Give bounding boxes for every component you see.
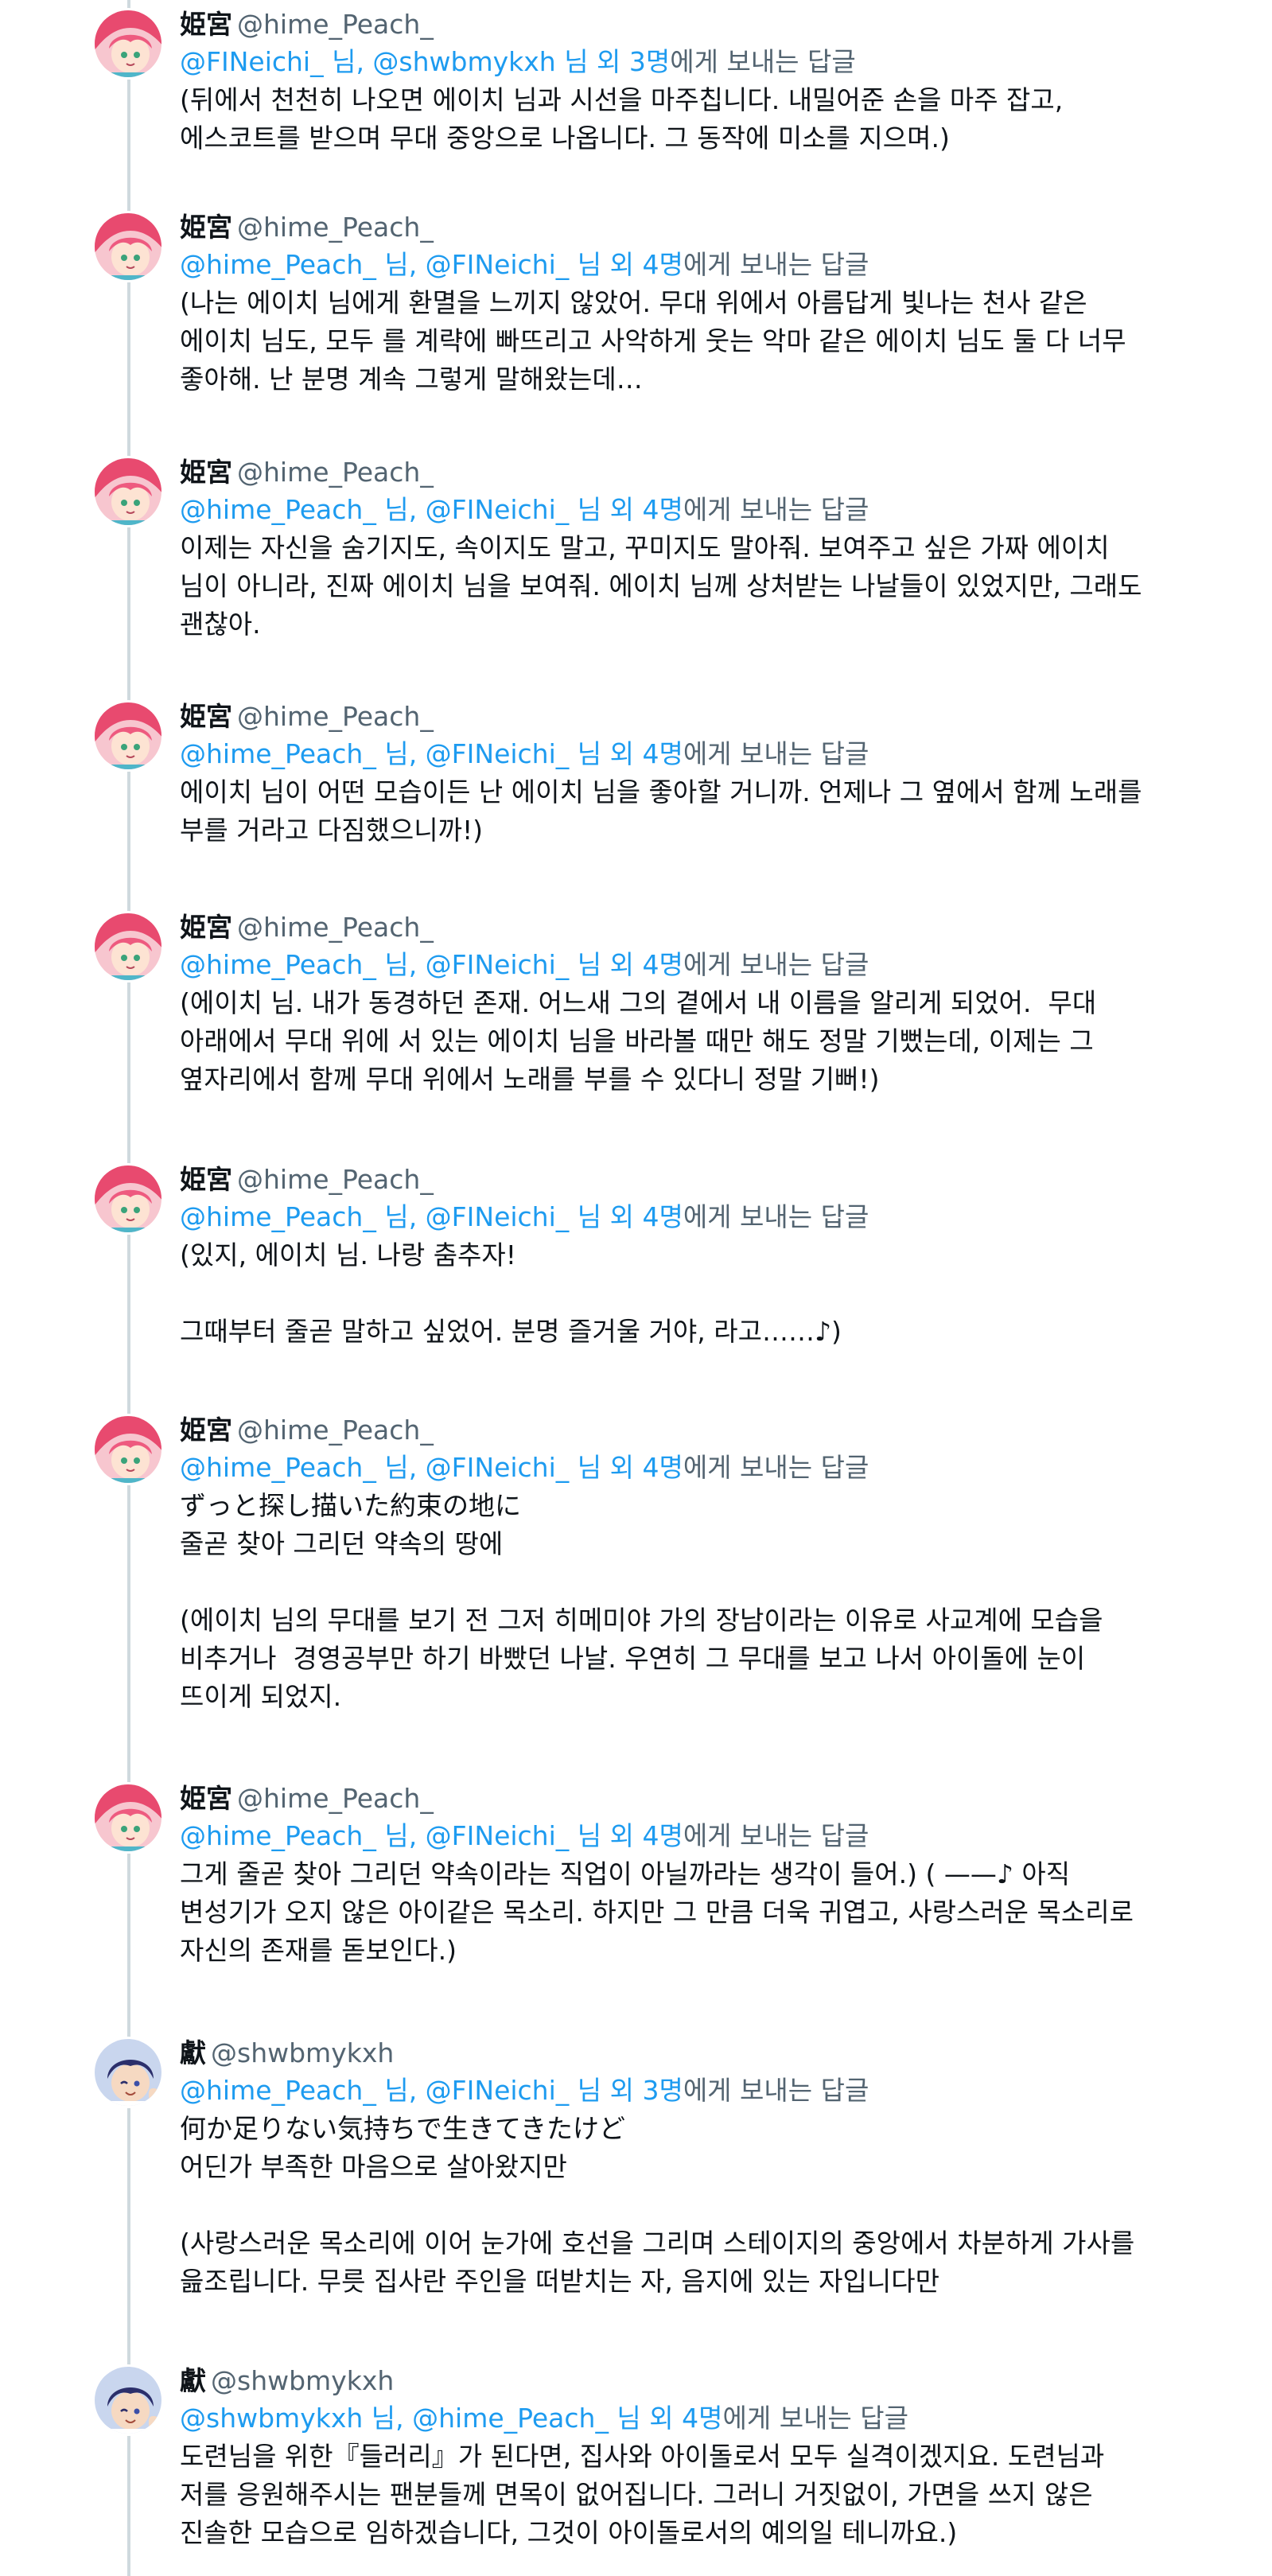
pink-haired-avatar[interactable]: [92, 1163, 164, 1235]
reply-mentions-link[interactable]: @hime_Peach_ 님, @FINeichi_ 님 외 4명: [180, 1452, 683, 1483]
reply-mentions-link[interactable]: @hime_Peach_ 님, @FINeichi_ 님 외 3명: [180, 2075, 683, 2106]
replying-to-line: @hime_Peach_ 님, @FINeichi_ 님 외 4명에게 보내는 …: [180, 1449, 1214, 1487]
reply-mentions-link[interactable]: @hime_Peach_ 님, @FINeichi_ 님 외 4명: [180, 949, 683, 980]
display-name[interactable]: 姫宮: [180, 912, 232, 943]
tweet-content: 姫宮 @hime_Peach_ @hime_Peach_ 님, @FINeichi_…: [180, 454, 1214, 644]
display-name[interactable]: 姫宮: [180, 457, 232, 488]
reply-mentions-link[interactable]: @hime_Peach_ 님, @FINeichi_ 님 외 4명: [180, 1201, 683, 1232]
display-name[interactable]: 姫宮: [180, 1164, 232, 1195]
tweet-text: 이제는 자신을 숨기지도, 속이지도 말고, 꾸미지도 말아줘. 보여주고 싶은…: [180, 532, 1142, 640]
reply-mentions-link[interactable]: @shwbmykxh 님, @hime_Peach_ 님 외 4명: [180, 2403, 723, 2434]
pink-haired-avatar[interactable]: [92, 1782, 164, 1854]
replying-to-line: @hime_Peach_ 님, @FINeichi_ 님 외 4명에게 보내는 …: [180, 1198, 1214, 1236]
tweet-content: 姫宮 @hime_Peach_ @hime_Peach_ 님, @FINeichi_…: [180, 1162, 1214, 1351]
tweet-header: 姫宮 @hime_Peach_: [180, 698, 1214, 735]
tweet-header: 姫宮 @hime_Peach_: [180, 209, 1214, 246]
thread-connector-line: [127, 0, 130, 2576]
tweet-text: 何か足りない気持ちで生きてきたけど 어딘가 부족한 마음으로 살아왔지만 (사랑…: [180, 2113, 1135, 2297]
pink-haired-avatar[interactable]: [92, 1414, 164, 1485]
reply-suffix: 에게 보내는 답글: [722, 2403, 909, 2434]
replying-to-line: @FINeichi_ 님, @shwbmykxh 님 외 3명에게 보내는 답글: [180, 43, 1214, 81]
user-handle[interactable]: @hime_Peach_: [237, 9, 434, 40]
tweet-content: 姫宮 @hime_Peach_ @hime_Peach_ 님, @FINeichi_…: [180, 698, 1214, 850]
reply-mentions-link[interactable]: @hime_Peach_ 님, @FINeichi_ 님 외 4명: [180, 738, 683, 769]
display-name[interactable]: 姫宮: [180, 701, 232, 732]
replying-to-line: @hime_Peach_ 님, @FINeichi_ 님 외 3명에게 보내는 …: [180, 2072, 1214, 2110]
reply-suffix: 에게 보내는 답글: [683, 2075, 869, 2106]
tweet-content: 獻 @shwbmykxh @shwbmykxh 님, @hime_Peach_ 님 …: [180, 2363, 1214, 2552]
reply-suffix: 에게 보내는 답글: [683, 738, 869, 769]
tweet-header: 姫宮 @hime_Peach_: [180, 454, 1214, 491]
pink-haired-avatar[interactable]: [92, 8, 164, 80]
user-handle[interactable]: @hime_Peach_: [237, 701, 434, 732]
user-handle[interactable]: @hime_Peach_: [237, 1783, 434, 1814]
reply-suffix: 에게 보내는 답글: [683, 494, 869, 525]
tweet-header: 獻 @shwbmykxh: [180, 2363, 1214, 2399]
display-name[interactable]: 姫宮: [180, 1414, 232, 1446]
tweet-header: 獻 @shwbmykxh: [180, 2035, 1214, 2072]
tweet-text: ずっと探し描いた約束の地に 줄곧 찾아 그리던 약속의 땅에 (에이치 님의 무…: [180, 1490, 1103, 1712]
tweet-text: 에이치 님이 어떤 모습이든 난 에이치 님을 좋아할 거니까. 언제나 그 옆…: [180, 776, 1142, 846]
reply-suffix: 에게 보내는 답글: [683, 949, 869, 980]
user-handle[interactable]: @shwbmykxh: [211, 2037, 394, 2068]
tweet-text: (나는 에이치 님에게 환멸을 느끼지 않았어. 무대 위에서 아름답게 빛나는…: [180, 287, 1126, 395]
replying-to-line: @hime_Peach_ 님, @FINeichi_ 님 외 4명에게 보내는 …: [180, 246, 1214, 284]
pink-haired-avatar[interactable]: [92, 911, 164, 983]
tweet-content: 姫宮 @hime_Peach_ @hime_Peach_ 님, @FINeichi_…: [180, 909, 1214, 1099]
display-name[interactable]: 獻: [180, 2037, 206, 2068]
tweet-header: 姫宮 @hime_Peach_: [180, 1780, 1214, 1817]
tweet-content: 姫宮 @hime_Peach_ @FINeichi_ 님, @shwbmykxh 님…: [180, 6, 1214, 158]
user-handle[interactable]: @hime_Peach_: [237, 212, 434, 243]
tweet-header: 姫宮 @hime_Peach_: [180, 1412, 1214, 1449]
reply-suffix: 에게 보내는 답글: [683, 249, 869, 280]
tweet-content: 姫宮 @hime_Peach_ @hime_Peach_ 님, @FINeichi_…: [180, 1780, 1214, 1970]
reply-mentions-link[interactable]: @hime_Peach_ 님, @FINeichi_ 님 외 4명: [180, 494, 683, 525]
replying-to-line: @hime_Peach_ 님, @FINeichi_ 님 외 4명에게 보내는 …: [180, 1817, 1214, 1855]
tweet-text: 그게 줄곧 찾아 그리던 약속이라는 직업이 아닐까라는 생각이 들어.) ( …: [180, 1858, 1134, 1966]
user-handle[interactable]: @hime_Peach_: [237, 457, 434, 488]
display-name[interactable]: 姫宮: [180, 9, 232, 40]
reply-suffix: 에게 보내는 답글: [683, 1201, 869, 1232]
dark-haired-avatar[interactable]: [92, 2364, 164, 2436]
pink-haired-avatar[interactable]: [92, 456, 164, 527]
pink-haired-avatar[interactable]: [92, 700, 164, 772]
tweet-text: (뒤에서 천천히 나오면 에이치 님과 시선을 마주칩니다. 내밀어준 손을 마…: [180, 84, 1064, 154]
replying-to-line: @shwbmykxh 님, @hime_Peach_ 님 외 4명에게 보내는 …: [180, 2399, 1214, 2438]
tweet-content: 獻 @shwbmykxh @hime_Peach_ 님, @FINeichi_ 님 …: [180, 2035, 1214, 2301]
replying-to-line: @hime_Peach_ 님, @FINeichi_ 님 외 4명에게 보내는 …: [180, 946, 1214, 984]
tweet-text: (에이치 님. 내가 동경하던 존재. 어느새 그의 곁에서 내 이름을 알리게…: [180, 987, 1097, 1095]
tweet-header: 姫宮 @hime_Peach_: [180, 1162, 1214, 1198]
reply-suffix: 에게 보내는 답글: [683, 1820, 869, 1851]
tweet-content: 姫宮 @hime_Peach_ @hime_Peach_ 님, @FINeichi_…: [180, 209, 1214, 399]
reply-mentions-link[interactable]: @hime_Peach_ 님, @FINeichi_ 님 외 4명: [180, 249, 683, 280]
display-name[interactable]: 獻: [180, 2365, 206, 2396]
tweet-content: 姫宮 @hime_Peach_ @hime_Peach_ 님, @FINeichi_…: [180, 1412, 1214, 1716]
reply-mentions-link[interactable]: @FINeichi_ 님, @shwbmykxh 님 외 3명: [180, 46, 670, 77]
replying-to-line: @hime_Peach_ 님, @FINeichi_ 님 외 4명에게 보내는 …: [180, 491, 1214, 529]
tweet-text: (있지, 에이치 님. 나랑 춤추자! 그때부터 줄곧 말하고 싶었어. 분명 …: [180, 1239, 842, 1347]
reply-suffix: 에게 보내는 답글: [670, 46, 856, 77]
display-name[interactable]: 姫宮: [180, 1783, 232, 1814]
display-name[interactable]: 姫宮: [180, 212, 232, 243]
user-handle[interactable]: @hime_Peach_: [237, 1164, 434, 1195]
reply-mentions-link[interactable]: @hime_Peach_ 님, @FINeichi_ 님 외 4명: [180, 1820, 683, 1851]
user-handle[interactable]: @shwbmykxh: [211, 2365, 394, 2396]
tweet-text: 도련님을 위한『들러리』가 된다면, 집사와 아이돌로서 모두 실격이겠지요. …: [180, 2441, 1105, 2548]
dark-haired-avatar[interactable]: [92, 2037, 164, 2108]
replying-to-line: @hime_Peach_ 님, @FINeichi_ 님 외 4명에게 보내는 …: [180, 735, 1214, 773]
pink-haired-avatar[interactable]: [92, 211, 164, 282]
tweet-header: 姫宮 @hime_Peach_: [180, 6, 1214, 43]
reply-suffix: 에게 보내는 답글: [683, 1452, 869, 1483]
tweet-header: 姫宮 @hime_Peach_: [180, 909, 1214, 946]
user-handle[interactable]: @hime_Peach_: [237, 1414, 434, 1446]
user-handle[interactable]: @hime_Peach_: [237, 912, 434, 943]
